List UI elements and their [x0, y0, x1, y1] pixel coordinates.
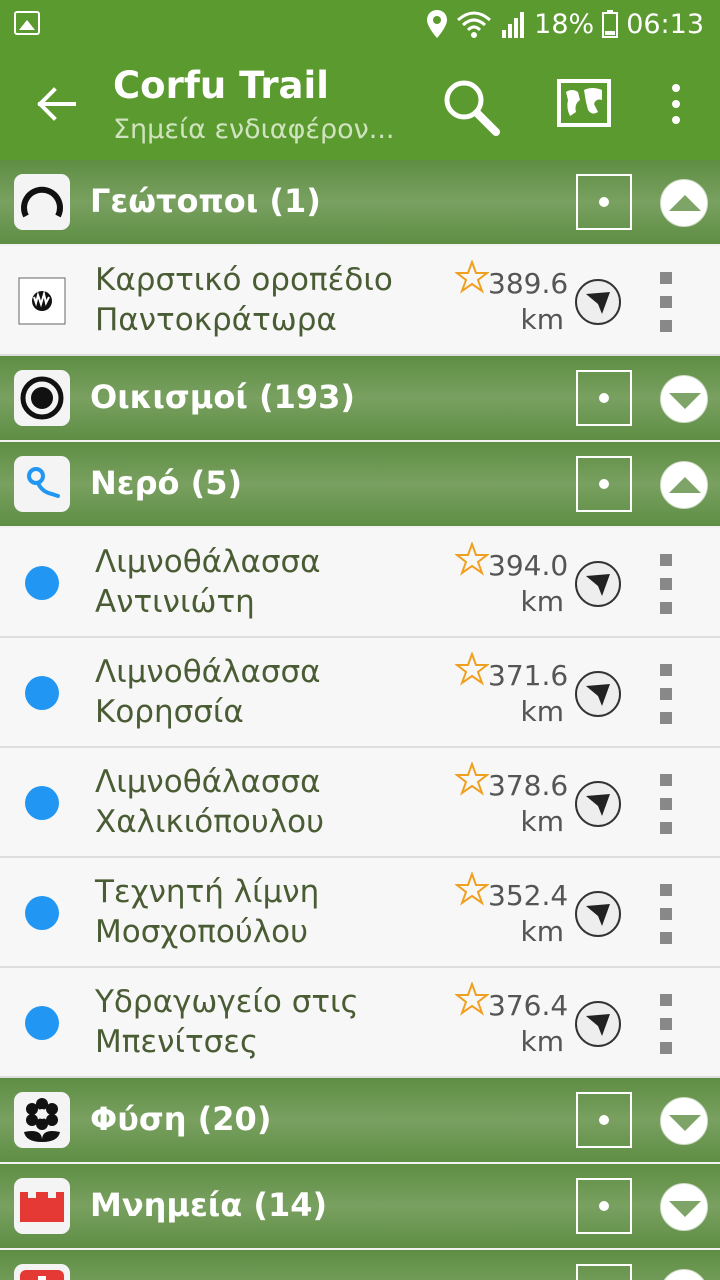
navigate-arrow-icon[interactable] [574, 670, 622, 718]
poi-distance: 376.4 km [488, 989, 569, 1058]
category-select-toggle[interactable] [576, 1264, 632, 1280]
collapse-chevron-icon[interactable] [660, 461, 708, 509]
overflow-menu-icon[interactable] [660, 82, 692, 126]
category-select-toggle[interactable] [576, 174, 632, 230]
category-header-partial[interactable] [0, 1250, 720, 1280]
list-item[interactable]: Υδραγωγείο στις Μπενίτσες 376.4 km [0, 968, 720, 1078]
battery-icon [602, 10, 619, 38]
search-icon[interactable] [440, 76, 502, 138]
expand-chevron-icon[interactable] [660, 1269, 708, 1280]
poi-name: Καρστικό οροπέδιο Παντοκράτωρα [95, 262, 393, 338]
poi-name: Λιμνοθάλασσα Κορησσία [95, 654, 321, 730]
favorite-star-icon[interactable] [455, 982, 489, 1016]
category-header-geotopes[interactable]: Γεώτοποι (1) [0, 160, 720, 246]
category-header-settlements[interactable]: Οικισμοί (193) [0, 356, 720, 442]
collapse-chevron-icon[interactable] [660, 179, 708, 227]
list-item[interactable]: Τεχνητή λίμνη Μοσχοπούλου 352.4 km [0, 858, 720, 968]
water-dot-icon [25, 786, 59, 820]
category-header-monuments[interactable]: Μνημεία (14) [0, 1164, 720, 1250]
location-icon [427, 10, 448, 38]
list-item[interactable]: Λιμνοθάλασσα Χαλικιόπουλου 378.6 km [0, 748, 720, 858]
map-icon[interactable] [556, 78, 612, 128]
battery-percent: 18% [534, 8, 595, 40]
category-label: Φύση (20) [90, 1100, 272, 1138]
poi-distance: 394.0 km [488, 549, 569, 618]
favorite-star-icon[interactable] [455, 542, 489, 576]
poi-name: Λιμνοθάλασσα Χαλικιόπουλου [95, 764, 325, 840]
back-arrow-icon[interactable] [30, 78, 82, 130]
item-menu-icon[interactable] [660, 272, 672, 332]
category-header-nature[interactable]: Φύση (20) [0, 1078, 720, 1164]
favorite-star-icon[interactable] [455, 652, 489, 686]
karst-plateau-icon [18, 277, 66, 325]
water-dot-icon [25, 1006, 59, 1040]
poi-distance: 371.6 km [488, 659, 569, 728]
water-dot-icon [25, 676, 59, 710]
app-bar: Corfu Trail Σημεία ενδιαφέρον... [0, 48, 720, 160]
status-bar: 18% 06:13 [0, 0, 720, 48]
navigate-arrow-icon[interactable] [574, 1000, 622, 1048]
poi-distance: 352.4 km [488, 879, 569, 948]
poi-name: Λιμνοθάλασσα Αντινιώτη [95, 544, 321, 620]
category-label: Μνημεία (14) [90, 1186, 328, 1224]
navigate-arrow-icon[interactable] [574, 278, 622, 326]
gallery-notification-icon [14, 11, 40, 35]
expand-chevron-icon[interactable] [660, 1097, 708, 1145]
page-title: Corfu Trail [113, 64, 329, 107]
castle-icon [14, 1178, 70, 1234]
favorite-star-icon[interactable] [455, 260, 489, 294]
favorite-star-icon[interactable] [455, 762, 489, 796]
category-label: Νερό (5) [90, 464, 243, 502]
poi-name: Υδραγωγείο στις Μπενίτσες [95, 984, 359, 1060]
navigate-arrow-icon[interactable] [574, 780, 622, 828]
geotope-icon [14, 174, 70, 230]
item-menu-icon[interactable] [660, 664, 672, 724]
list-item[interactable]: Καρστικό οροπέδιο Παντοκράτωρα 389.6 km [0, 246, 720, 356]
medical-cross-icon [14, 1264, 70, 1280]
poi-list: Γεώτοποι (1) Καρστικό οροπέδιο Παντοκράτ… [0, 160, 720, 1280]
navigate-arrow-icon[interactable] [574, 560, 622, 608]
expand-chevron-icon[interactable] [660, 1183, 708, 1231]
category-label: Γεώτοποι (1) [90, 182, 321, 220]
flower-icon [14, 1092, 70, 1148]
category-label: Οικισμοί (193) [90, 378, 355, 416]
expand-chevron-icon[interactable] [660, 375, 708, 423]
page-subtitle: Σημεία ενδιαφέρον... [113, 114, 395, 145]
list-item[interactable]: Λιμνοθάλασσα Αντινιώτη 394.0 km [0, 528, 720, 638]
item-menu-icon[interactable] [660, 884, 672, 944]
category-select-toggle[interactable] [576, 1178, 632, 1234]
poi-distance: 378.6 km [488, 769, 569, 838]
favorite-star-icon[interactable] [455, 872, 489, 906]
water-dot-icon [25, 566, 59, 600]
signal-icon [502, 12, 525, 38]
poi-name: Τεχνητή λίμνη Μοσχοπούλου [95, 874, 320, 950]
item-menu-icon[interactable] [660, 994, 672, 1054]
category-header-water[interactable]: Νερό (5) [0, 442, 720, 528]
category-select-toggle[interactable] [576, 370, 632, 426]
wifi-icon [457, 11, 492, 38]
item-menu-icon[interactable] [660, 774, 672, 834]
list-item[interactable]: Λιμνοθάλασσα Κορησσία 371.6 km [0, 638, 720, 748]
settlement-icon [14, 370, 70, 426]
poi-distance: 389.6 km [488, 267, 569, 336]
clock: 06:13 [626, 8, 704, 40]
water-dot-icon [25, 896, 59, 930]
category-select-toggle[interactable] [576, 1092, 632, 1148]
category-select-toggle[interactable] [576, 456, 632, 512]
navigate-arrow-icon[interactable] [574, 890, 622, 938]
water-icon [14, 456, 70, 512]
item-menu-icon[interactable] [660, 554, 672, 614]
